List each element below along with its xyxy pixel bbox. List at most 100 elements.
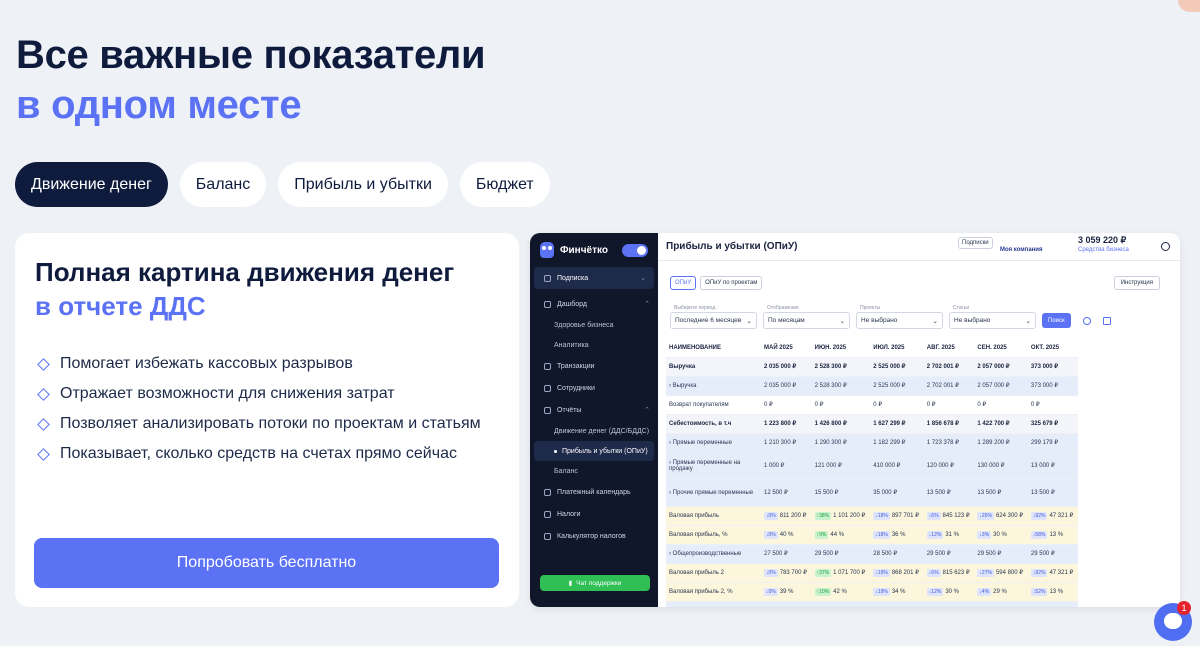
projects-select[interactable]: Не выбрано ⌄ [856, 312, 943, 329]
balance-block: 3 059 220 ₽ Средства бизнеса [1078, 235, 1129, 255]
table-cell: 0 ₽ [761, 395, 812, 415]
tab-balance[interactable]: Баланс [179, 162, 267, 207]
period-select[interactable]: Последние 6 месяцев ⌄ [670, 312, 757, 329]
table-cell: 35 000 ₽ [870, 479, 924, 507]
support-chat-button[interactable]: ▮ Чат поддержки [540, 575, 650, 591]
change-badge: ↑10% [814, 587, 832, 596]
cell-value: 897 701 ₽ [891, 512, 919, 519]
sidebar-item-subscription[interactable]: Подписка ⌄ [534, 267, 654, 289]
change-badge: ↓4% [977, 587, 992, 596]
table-cell: 373 000 ₽ [1027, 376, 1078, 396]
chevron-down-icon: ⌄ [640, 275, 646, 282]
period-filter: Выберите период Последние 6 месяцев ⌄ [670, 305, 757, 329]
sidebar-item-employees[interactable]: Сотрудники [530, 377, 658, 399]
change-badge: ↓6% [926, 511, 941, 520]
table-cell: 13 000 ₽ [1027, 452, 1078, 480]
table-cell: 1 182 299 ₽ [870, 433, 924, 453]
feature-item: Позволяет анализировать потоки по проект… [35, 409, 481, 439]
diamond-icon [37, 417, 50, 431]
table-cell: 306 773 ₽ [761, 601, 812, 607]
table-row[interactable]: Валовая прибыль ↓0% 811 200 ₽ ↑38% 1 101 200… [666, 506, 1078, 526]
try-free-button[interactable]: Попробовать бесплатно [34, 538, 499, 588]
row-name: Валовая прибыль [666, 506, 761, 526]
cell-value: 0 ₽ [1030, 402, 1040, 408]
corner-decoration [1178, 0, 1200, 12]
sidebar-sub-analytics[interactable]: Аналитика [530, 335, 658, 355]
sidebar-sub-profit-loss[interactable]: Прибыль и убытки (ОПиУ) [534, 441, 654, 461]
card-title: Полная картина движения денег в отчете Д… [35, 255, 454, 323]
table-row[interactable]: › Прямые переменные 1 210 300 ₽ 1 290 300 … [666, 433, 1078, 453]
cell-value: 2 035 000 ₽ [764, 383, 797, 389]
articles-select[interactable]: Не выбрано ⌄ [949, 312, 1036, 329]
table-cell: 2 528 300 ₽ [811, 376, 871, 396]
subscriptions-button[interactable]: Подписки [958, 237, 993, 249]
table-row[interactable]: › Прочие прямые переменные 12 500 ₽ 15 500… [666, 479, 1078, 507]
table-cell: 1 856 678 ₽ [923, 414, 975, 434]
table-cell: 13 500 ₽ [1027, 479, 1078, 507]
table-row[interactable]: › Выручка 2 035 000 ₽ 2 528 300 ₽ 2 525 000… [666, 376, 1078, 396]
table-cell: ↓19% 34 % [870, 582, 924, 602]
cell-value: 2 057 000 ₽ [977, 383, 1010, 389]
table-cell: ↓19% 868 201 ₽ [870, 563, 924, 583]
table-cell: ↓18% 897 701 ₽ [870, 506, 924, 526]
search-button[interactable]: Поиск [1042, 313, 1071, 328]
cell-value: 2 528 300 ₽ [814, 364, 847, 370]
sidebar-item-reports[interactable]: Отчёты ⌃ [530, 399, 658, 421]
table-row[interactable]: Возврат покупателям 0 ₽0 ₽0 ₽0 ₽0 ₽0 ₽ [666, 395, 1078, 415]
change-badge: ↓58% [1030, 530, 1048, 539]
table-cell: 29 500 ₽ [1027, 544, 1078, 564]
tab-budget[interactable]: Бюджет [459, 162, 550, 207]
table-cell: 373 000 ₽ [1027, 357, 1078, 377]
sidebar-item-calendar[interactable]: Платежный календарь [530, 481, 658, 503]
table-row[interactable]: Валовая прибыль 2 ↓0% 783 700 ₽ ↑37% 1 071 7… [666, 563, 1078, 583]
table-row[interactable]: Валовая прибыль, % ↓0% 40 % ↑9% 44 % ↓18% 36 %… [666, 525, 1078, 545]
theme-toggle[interactable] [621, 243, 648, 257]
row-name: › Коммерческие [666, 601, 761, 607]
table-row[interactable]: Себестоимость, в т.ч 1 223 800 ₽ 1 426 800… [666, 414, 1078, 434]
table-row[interactable]: Выручка 2 035 000 ₽ 2 528 300 ₽ 2 525 000 ₽… [666, 357, 1078, 377]
download-icon[interactable] [1102, 317, 1111, 325]
account-info[interactable]: Моя компания [1000, 236, 1042, 254]
change-badge: ↑38% [814, 511, 832, 520]
app-main: Прибыль и убытки (ОПиУ) Подписки Моя ком… [658, 233, 1180, 607]
table-cell: 27 500 ₽ [761, 544, 812, 564]
table-cell: 28 500 ₽ [870, 544, 924, 564]
sidebar-sub-balance[interactable]: Баланс [530, 461, 658, 481]
star-icon [544, 274, 551, 282]
table-cell: 120 000 ₽ [923, 452, 975, 480]
table-cell: 13 500 ₽ [974, 479, 1028, 507]
chevron-up-icon: ⌃ [644, 407, 650, 414]
column-header: ОКТ. 2025 [1027, 339, 1078, 358]
sidebar-item-taxes[interactable]: Налоги [530, 503, 658, 525]
hero-line-2: в одном месте [16, 83, 302, 127]
table-cell: 299 179 ₽ [1027, 433, 1078, 453]
table-cell: ↓0% 39 % [761, 582, 812, 602]
settings-icon[interactable] [1161, 242, 1170, 251]
tab-cash-flow[interactable]: Движение денег [15, 162, 168, 207]
table-row[interactable]: Валовая прибыль 2, % ↓0% 39 % ↑10% 42 % ↓19% 3… [666, 582, 1078, 602]
segment-opiu-projects[interactable]: ОПиУ по проектам [700, 276, 763, 290]
sidebar-item-dashboard[interactable]: Дашборд ⌃ [530, 293, 658, 315]
sidebar-sub-business-health[interactable]: Здоровье бизнеса [530, 315, 658, 335]
table-cell: ↓12% 31 % [923, 525, 975, 545]
articles-filter: Статьи Не выбрано ⌄ [949, 305, 1036, 329]
table-cell: 2 528 300 ₽ [811, 357, 871, 377]
tab-profit-loss[interactable]: Прибыль и убытки [278, 162, 448, 207]
table-row[interactable]: › Прямые переменные на продажу 1 000 ₽ 121… [666, 452, 1078, 480]
sidebar-item-transactions[interactable]: Транзакции [530, 355, 658, 377]
table-row[interactable]: › Общепроизводственные 27 500 ₽ 29 500 ₽ 28… [666, 544, 1078, 564]
refresh-icon[interactable] [1082, 317, 1091, 325]
sidebar-item-tax-calculator[interactable]: Калькулятор налогов [530, 525, 658, 547]
instruction-button[interactable]: Инструкция [1113, 276, 1160, 290]
column-header: ИЮЛ. 2025 [870, 339, 924, 358]
cell-value: 28 500 ₽ [873, 551, 898, 557]
table-row[interactable]: › Коммерческие306 773 ₽346 773 ₽261 773 … [666, 601, 1078, 607]
sidebar-sub-cash-flow[interactable]: Движение денег (ДДС/БДДС) [530, 421, 658, 441]
chevron-down-icon: ⌄ [839, 317, 845, 325]
table-cell: ↓4% 29 % [974, 582, 1028, 602]
view-select[interactable]: По месяцам ⌄ [763, 312, 850, 329]
segment-opiu[interactable]: ОПиУ [670, 276, 697, 290]
table-cell: 2 525 000 ₽ [870, 357, 924, 377]
table-cell: 0 ₽ [974, 395, 1028, 415]
cell-value: 1 627 299 ₽ [873, 421, 906, 427]
